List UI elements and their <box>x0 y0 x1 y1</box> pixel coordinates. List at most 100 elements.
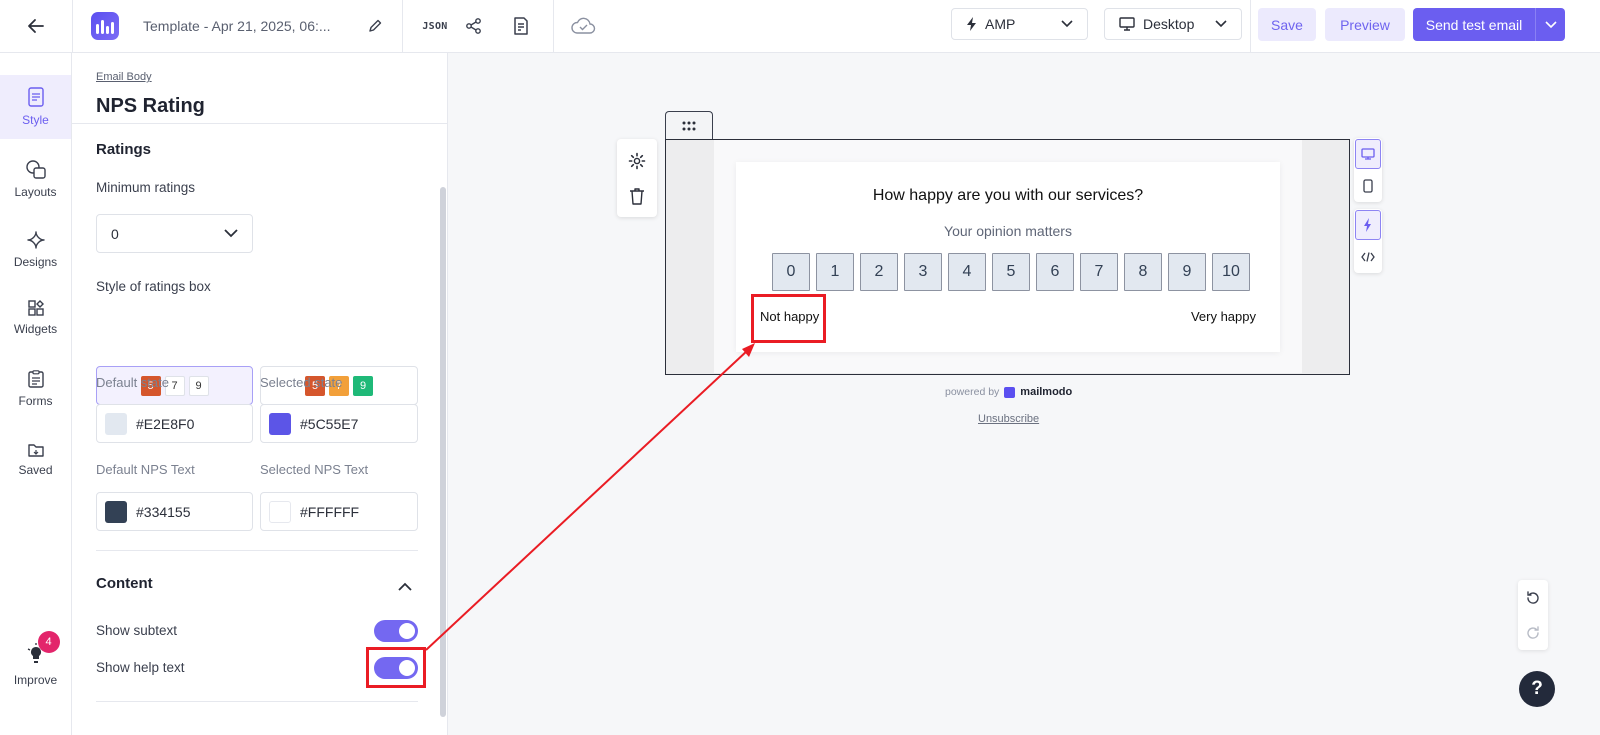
nps-option[interactable]: 2 <box>860 253 898 291</box>
rail-item-style[interactable]: Style <box>0 75 71 139</box>
grip-dots-icon <box>682 121 696 130</box>
share-button[interactable] <box>462 14 486 38</box>
send-test-email-button[interactable]: Send test email <box>1413 8 1565 41</box>
nps-option[interactable]: 1 <box>816 253 854 291</box>
improve-label: Improve <box>13 673 58 687</box>
code-icon <box>1361 252 1375 262</box>
chevron-down-icon <box>224 229 238 238</box>
default-state-label: Default state <box>96 375 169 390</box>
settings-panel: Email Body NPS Rating Ratings Minimum ra… <box>72 53 448 735</box>
rail-item-widgets[interactable]: Widgets <box>0 286 71 350</box>
chevron-down-icon <box>1061 20 1073 28</box>
device-preview-tools <box>1354 138 1382 202</box>
nps-option[interactable]: 10 <box>1212 253 1250 291</box>
color-value: #FFFFFF <box>300 503 360 520</box>
email-canvas: How happy are you with our services? You… <box>448 53 1600 735</box>
trash-icon[interactable] <box>629 187 645 205</box>
drag-handle[interactable] <box>665 111 713 139</box>
help-button[interactable]: ? <box>1519 671 1555 707</box>
content-collapse-toggle[interactable] <box>398 578 414 592</box>
color-value: #334155 <box>136 503 191 520</box>
nps-option[interactable]: 5 <box>992 253 1030 291</box>
device-select-value: Desktop <box>1143 16 1195 32</box>
rail-label: Style <box>22 113 49 127</box>
block-tools <box>617 139 657 217</box>
rail-item-saved[interactable]: Saved <box>0 428 71 492</box>
chevron-up-icon <box>398 582 412 591</box>
monitor-icon <box>1119 17 1135 31</box>
widgets-icon <box>27 300 44 316</box>
back-button[interactable] <box>0 0 73 53</box>
nps-option[interactable]: 4 <box>948 253 986 291</box>
style-ratings-label: Style of ratings box <box>96 279 211 294</box>
device-select[interactable]: Desktop <box>1104 8 1242 40</box>
chip: 9 <box>353 375 373 396</box>
nps-option[interactable]: 0 <box>772 253 810 291</box>
ratings-heading: Ratings <box>96 141 152 158</box>
notification-badge: 4 <box>37 631 60 653</box>
gear-icon[interactable] <box>628 152 646 170</box>
color-swatch[interactable] <box>269 412 291 435</box>
amp-view-button[interactable] <box>1355 210 1381 240</box>
selected-text-label: Selected NPS Text <box>260 462 369 477</box>
send-options-dropdown[interactable] <box>1536 20 1565 29</box>
nps-option[interactable]: 9 <box>1168 253 1206 291</box>
mobile-view-button[interactable] <box>1355 171 1381 201</box>
selected-text-color-field[interactable]: #FFFFFF <box>260 492 418 531</box>
bolt-icon <box>1364 218 1371 232</box>
breadcrumb[interactable]: Email Body <box>96 71 152 83</box>
show-subtext-toggle[interactable] <box>374 620 418 642</box>
rail-item-layouts[interactable]: Layouts <box>0 147 71 211</box>
nps-option[interactable]: 8 <box>1124 253 1162 291</box>
nps-option[interactable]: 7 <box>1080 253 1118 291</box>
nps-option[interactable]: 3 <box>904 253 942 291</box>
monitor-icon <box>1361 148 1375 160</box>
unsubscribe-link[interactable]: Unsubscribe <box>978 413 1039 425</box>
nps-question: How happy are you with our services? <box>872 187 1144 204</box>
min-ratings-select[interactable]: 0 <box>96 214 253 253</box>
template-details-button[interactable] <box>509 14 533 38</box>
color-swatch[interactable] <box>269 500 291 523</box>
mailmodo-logo-icon <box>1004 386 1016 398</box>
selected-state-label: Selected state <box>260 375 343 390</box>
rail-label: Saved <box>18 463 53 477</box>
improve-button[interactable]: 4 Improve <box>0 631 71 687</box>
min-ratings-value: 0 <box>111 225 119 242</box>
powered-by-text: powered by <box>945 386 1000 398</box>
show-subtext-label: Show subtext <box>96 623 178 638</box>
selected-state-color-field[interactable]: #5C55E7 <box>260 404 418 443</box>
color-value: #E2E8F0 <box>136 415 195 432</box>
layouts-icon <box>25 160 46 179</box>
panel-scrollbar[interactable] <box>440 187 446 717</box>
help-text-right: Very happy <box>1190 309 1256 324</box>
rail-label: Widgets <box>13 322 58 336</box>
highlight-not-happy <box>751 294 826 343</box>
html-view-button[interactable] <box>1355 242 1381 272</box>
json-button[interactable]: JSON <box>420 14 450 38</box>
rail-label: Forms <box>18 394 53 408</box>
color-swatch[interactable] <box>105 500 127 523</box>
sparkle-icon <box>26 231 45 249</box>
preview-button[interactable]: Preview <box>1325 8 1405 41</box>
top-bar: Template - Apr 21, 2025, 06:... JSON AMP… <box>0 0 1600 53</box>
rail-item-forms[interactable]: Forms <box>0 357 71 421</box>
template-title: Template - Apr 21, 2025, 06:... <box>143 18 331 34</box>
color-value: #5C55E7 <box>300 415 359 432</box>
save-button[interactable]: Save <box>1258 8 1316 41</box>
edit-title-button[interactable] <box>363 14 387 38</box>
style-icon <box>27 87 44 107</box>
nps-scale: 0 1 2 3 4 5 6 7 8 9 10 <box>772 253 1250 291</box>
cloud-check-icon <box>571 17 596 34</box>
default-state-color-field[interactable]: #E2E8F0 <box>96 404 253 443</box>
highlight-help-toggle <box>366 647 426 688</box>
default-text-color-field[interactable]: #334155 <box>96 492 253 531</box>
desktop-view-button[interactable] <box>1355 139 1381 169</box>
brand-name: mailmodo <box>1020 386 1073 398</box>
mode-select[interactable]: AMP <box>951 8 1088 40</box>
undo-icon[interactable] <box>1525 590 1541 606</box>
nps-option[interactable]: 6 <box>1036 253 1074 291</box>
rail-item-designs[interactable]: Designs <box>0 218 71 282</box>
folder-icon <box>27 444 44 457</box>
color-swatch[interactable] <box>105 412 127 435</box>
redo-icon[interactable] <box>1525 625 1541 641</box>
